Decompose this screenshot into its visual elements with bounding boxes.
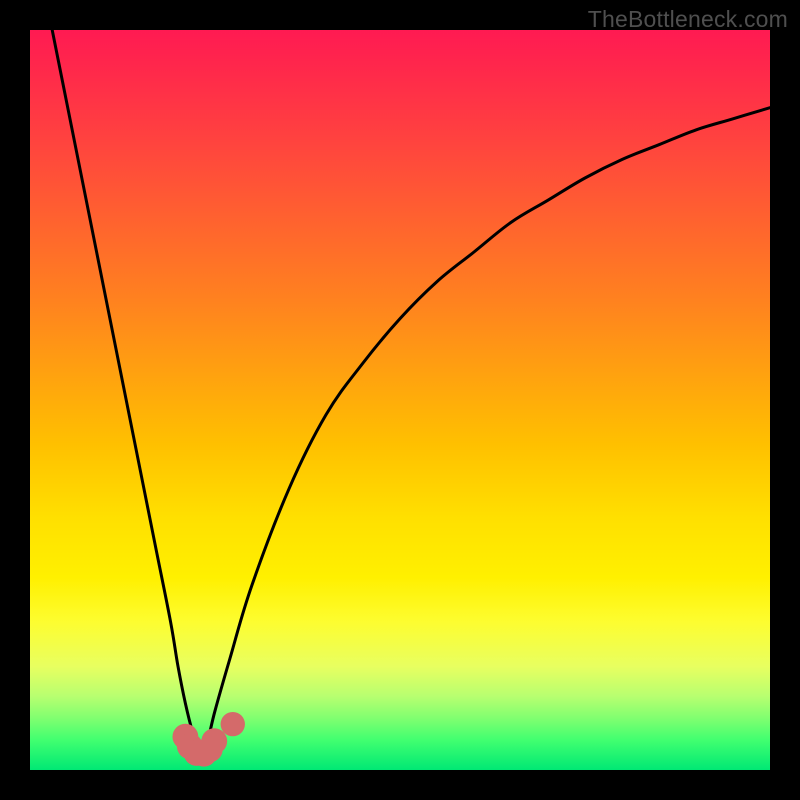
curve-layer	[30, 30, 770, 770]
bottleneck-marker	[221, 712, 245, 736]
curve-right-branch	[200, 108, 770, 756]
bottleneck-marker	[201, 728, 227, 754]
curve-left-branch	[52, 30, 200, 755]
watermark-text: TheBottleneck.com	[588, 6, 788, 33]
plot-area	[30, 30, 770, 770]
bottleneck-markers	[172, 712, 244, 767]
chart-frame: TheBottleneck.com	[0, 0, 800, 800]
